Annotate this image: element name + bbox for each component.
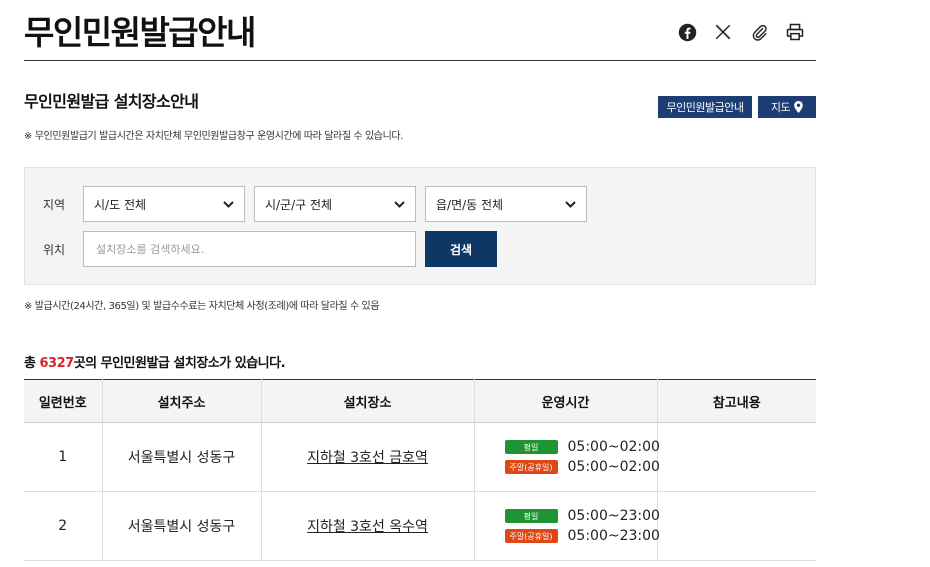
print-icon[interactable] bbox=[784, 20, 806, 44]
place-link[interactable]: 지하철 3호선 옥수역 bbox=[307, 519, 428, 535]
x-icon[interactable] bbox=[712, 20, 734, 44]
row-hours: 평일 05:00~02:00 주말(공휴일) 05:00~02:00 bbox=[474, 422, 660, 492]
location-search-input[interactable]: 설치장소를 검색하세요. bbox=[83, 231, 416, 267]
weekday-hours: 05:00~02:00 bbox=[567, 439, 660, 455]
location-table: 일련번호 설치주소 설치장소 운영시간 참고내용 1 서울특별시 성동구 지하철… bbox=[24, 379, 816, 561]
map-button-label: 지도 bbox=[770, 101, 791, 114]
holiday-hours: 05:00~02:00 bbox=[567, 459, 660, 475]
location-label: 위치 bbox=[43, 243, 66, 257]
place-link[interactable]: 지하철 3호선 금호역 bbox=[307, 450, 428, 466]
chevron-down-icon bbox=[394, 200, 405, 208]
row-number: 2 bbox=[24, 491, 103, 561]
weekday-badge: 평일 bbox=[504, 440, 558, 454]
table-row: 2 서울특별시 성동구 지하철 3호선 옥수역 평일 05:00~23:00 주말… bbox=[24, 491, 816, 561]
chevron-down-icon bbox=[223, 200, 234, 208]
weekday-badge: 평일 bbox=[504, 509, 558, 523]
info-button-label: 무인민원발급안내 bbox=[666, 101, 744, 114]
link-icon[interactable] bbox=[748, 20, 770, 44]
row-reference bbox=[657, 422, 816, 492]
column-header: 운영시간 bbox=[474, 379, 658, 423]
column-header: 일련번호 bbox=[24, 379, 103, 423]
holiday-badge: 주말(공휴일) bbox=[504, 529, 558, 543]
table-header-row: 일련번호 설치주소 설치장소 운영시간 참고내용 bbox=[24, 379, 816, 423]
chevron-down-icon bbox=[565, 200, 576, 208]
eupmyeondong-select[interactable]: 읍/면/동 전체 bbox=[425, 186, 587, 222]
search-panel: 지역 시/도 전체 시/군/구 전체 읍/면/동 전체 위치 설치장소를 검색하… bbox=[24, 167, 816, 285]
row-address: 서울특별시 성동구 bbox=[102, 491, 262, 561]
column-header: 설치주소 bbox=[102, 379, 262, 423]
row-address: 서울특별시 성동구 bbox=[102, 422, 262, 492]
fee-note: ※ 발급시간(24시간, 365일) 및 발급수수료는 자치단체 사정(조례)에… bbox=[24, 301, 380, 312]
row-place: 지하철 3호선 옥수역 bbox=[261, 491, 475, 561]
holiday-hours: 05:00~23:00 bbox=[567, 528, 660, 544]
row-place: 지하철 3호선 금호역 bbox=[261, 422, 475, 492]
map-button[interactable]: 지도 bbox=[758, 96, 816, 118]
column-header: 설치장소 bbox=[261, 379, 475, 423]
issuance-note: ※ 무인민원발급기 발급시간은 자치단체 무인민원발급창구 운영시간에 따라 달… bbox=[24, 131, 403, 142]
sido-select-value: 시/도 전체 bbox=[94, 197, 147, 212]
result-count-prefix: 총 bbox=[24, 356, 40, 371]
column-header: 참고내용 bbox=[657, 379, 816, 423]
result-count-suffix: 곳의 무인민원발급 설치장소가 있습니다. bbox=[73, 356, 286, 371]
sido-select[interactable]: 시/도 전체 bbox=[83, 186, 245, 222]
table-row: 1 서울특별시 성동구 지하철 3호선 금호역 평일 05:00~02:00 주말… bbox=[24, 422, 816, 492]
search-button-label: 검색 bbox=[449, 242, 473, 257]
share-toolbar bbox=[676, 20, 806, 44]
info-button[interactable]: 무인민원발급안내 bbox=[658, 96, 752, 118]
sigungu-select-value: 시/군/구 전체 bbox=[265, 197, 333, 212]
row-number: 1 bbox=[24, 422, 103, 492]
search-button[interactable]: 검색 bbox=[425, 231, 497, 267]
result-count: 총 6327곳의 무인민원발급 설치장소가 있습니다. bbox=[24, 352, 286, 371]
sigungu-select[interactable]: 시/군/구 전체 bbox=[254, 186, 416, 222]
map-pin-icon bbox=[794, 101, 803, 113]
section-title: 무인민원발급 설치장소안내 bbox=[24, 92, 199, 111]
region-label: 지역 bbox=[43, 198, 66, 212]
page-title: 무인민원발급안내 bbox=[24, 13, 256, 52]
facebook-icon[interactable] bbox=[676, 20, 698, 44]
row-hours: 평일 05:00~23:00 주말(공휴일) 05:00~23:00 bbox=[474, 491, 660, 561]
eupmyeondong-select-value: 읍/면/동 전체 bbox=[436, 197, 504, 212]
result-count-number: 6327 bbox=[39, 356, 75, 371]
holiday-badge: 주말(공휴일) bbox=[504, 460, 558, 474]
title-divider bbox=[24, 60, 816, 61]
row-reference bbox=[657, 491, 816, 561]
search-input-placeholder: 설치장소를 검색하세요. bbox=[96, 243, 205, 256]
weekday-hours: 05:00~23:00 bbox=[567, 508, 660, 524]
